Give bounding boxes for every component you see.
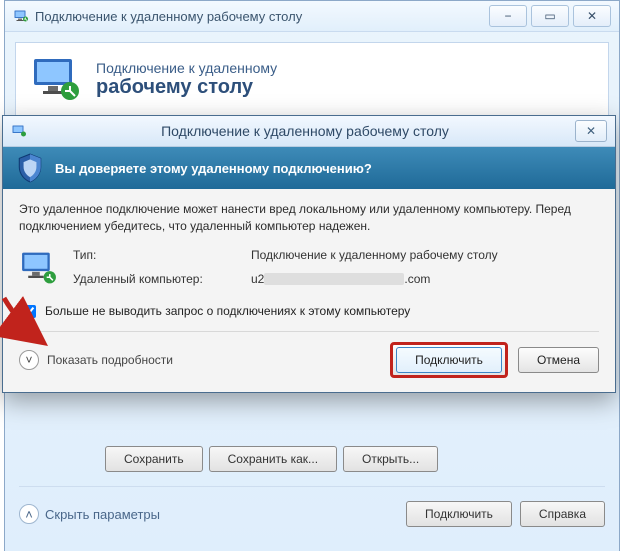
redacted-host: [264, 273, 404, 285]
maximize-button[interactable]: ▭: [531, 5, 569, 27]
close-button[interactable]: ✕: [573, 5, 611, 27]
footer-help-button[interactable]: Справка: [520, 501, 605, 527]
value-remote-computer: u2.com: [251, 272, 498, 288]
dialog-title: Подключение к удаленному рабочему столу: [35, 123, 575, 139]
dialog-close-button[interactable]: ✕: [575, 120, 607, 142]
warning-text: Это удаленное подключение может нанести …: [19, 201, 599, 236]
dialog-titlebar: Подключение к удаленному рабочему столу …: [3, 116, 615, 147]
save-as-button[interactable]: Сохранить как...: [209, 446, 337, 472]
main-save-buttons: Сохранить Сохранить как... Открыть...: [105, 446, 438, 472]
trust-bar: Вы доверяете этому удаленному подключени…: [3, 147, 615, 189]
banner-line2: рабочему столу: [96, 76, 277, 99]
hide-options-toggle[interactable]: ˄ Скрыть параметры: [19, 504, 160, 524]
hide-options-label: Скрыть параметры: [45, 507, 160, 522]
open-button[interactable]: Открыть...: [343, 446, 438, 472]
main-banner: Подключение к удаленному рабочему столу: [15, 42, 609, 116]
value-type: Подключение к удаленному рабочему столу: [251, 248, 498, 264]
main-title: Подключение к удаленному рабочему столу: [35, 9, 302, 24]
shield-icon: [17, 153, 43, 183]
label-remote-computer: Удаленный компьютер:: [73, 272, 243, 288]
chevron-up-icon: ˄: [19, 504, 39, 524]
save-button[interactable]: Сохранить: [105, 446, 203, 472]
separator: [19, 331, 599, 332]
footer-connect-button[interactable]: Подключить: [406, 501, 512, 527]
main-titlebar: Подключение к удаленному рабочему столу …: [5, 1, 619, 32]
connect-button-highlight: Подключить: [390, 342, 508, 378]
label-type: Тип:: [73, 248, 243, 264]
rdc-small-icon: [11, 123, 27, 139]
cancel-button[interactable]: Отмена: [518, 347, 599, 373]
show-details-label: Показать подробности: [47, 353, 173, 367]
show-details-toggle[interactable]: ˅ Показать подробности: [19, 350, 173, 370]
banner-line1: Подключение к удаленному: [96, 60, 277, 76]
trust-question: Вы доверяете этому удаленному подключени…: [55, 161, 372, 176]
trust-dialog: Подключение к удаленному рабочему столу …: [2, 115, 616, 393]
chevron-down-icon: ˅: [19, 350, 39, 370]
rdc-info-icon: [19, 248, 59, 288]
divider: [19, 486, 605, 487]
rdc-icon: [13, 8, 29, 24]
rdc-large-icon: [30, 55, 82, 103]
dont-ask-again-row[interactable]: Больше не выводить запрос о подключениях…: [19, 302, 599, 321]
connection-info: Тип: Подключение к удаленному рабочему с…: [73, 248, 498, 288]
minimize-icon: −: [504, 9, 511, 23]
close-icon: ✕: [586, 124, 596, 138]
dont-ask-again-label: Больше не выводить запрос о подключениях…: [45, 304, 410, 318]
dont-ask-again-checkbox[interactable]: [23, 305, 36, 318]
minimize-button[interactable]: −: [489, 5, 527, 27]
main-footer: ˄ Скрыть параметры Подключить Справка: [19, 501, 605, 527]
connect-button[interactable]: Подключить: [396, 347, 502, 373]
maximize-icon: ▭: [544, 9, 555, 23]
close-icon: ✕: [587, 9, 597, 23]
